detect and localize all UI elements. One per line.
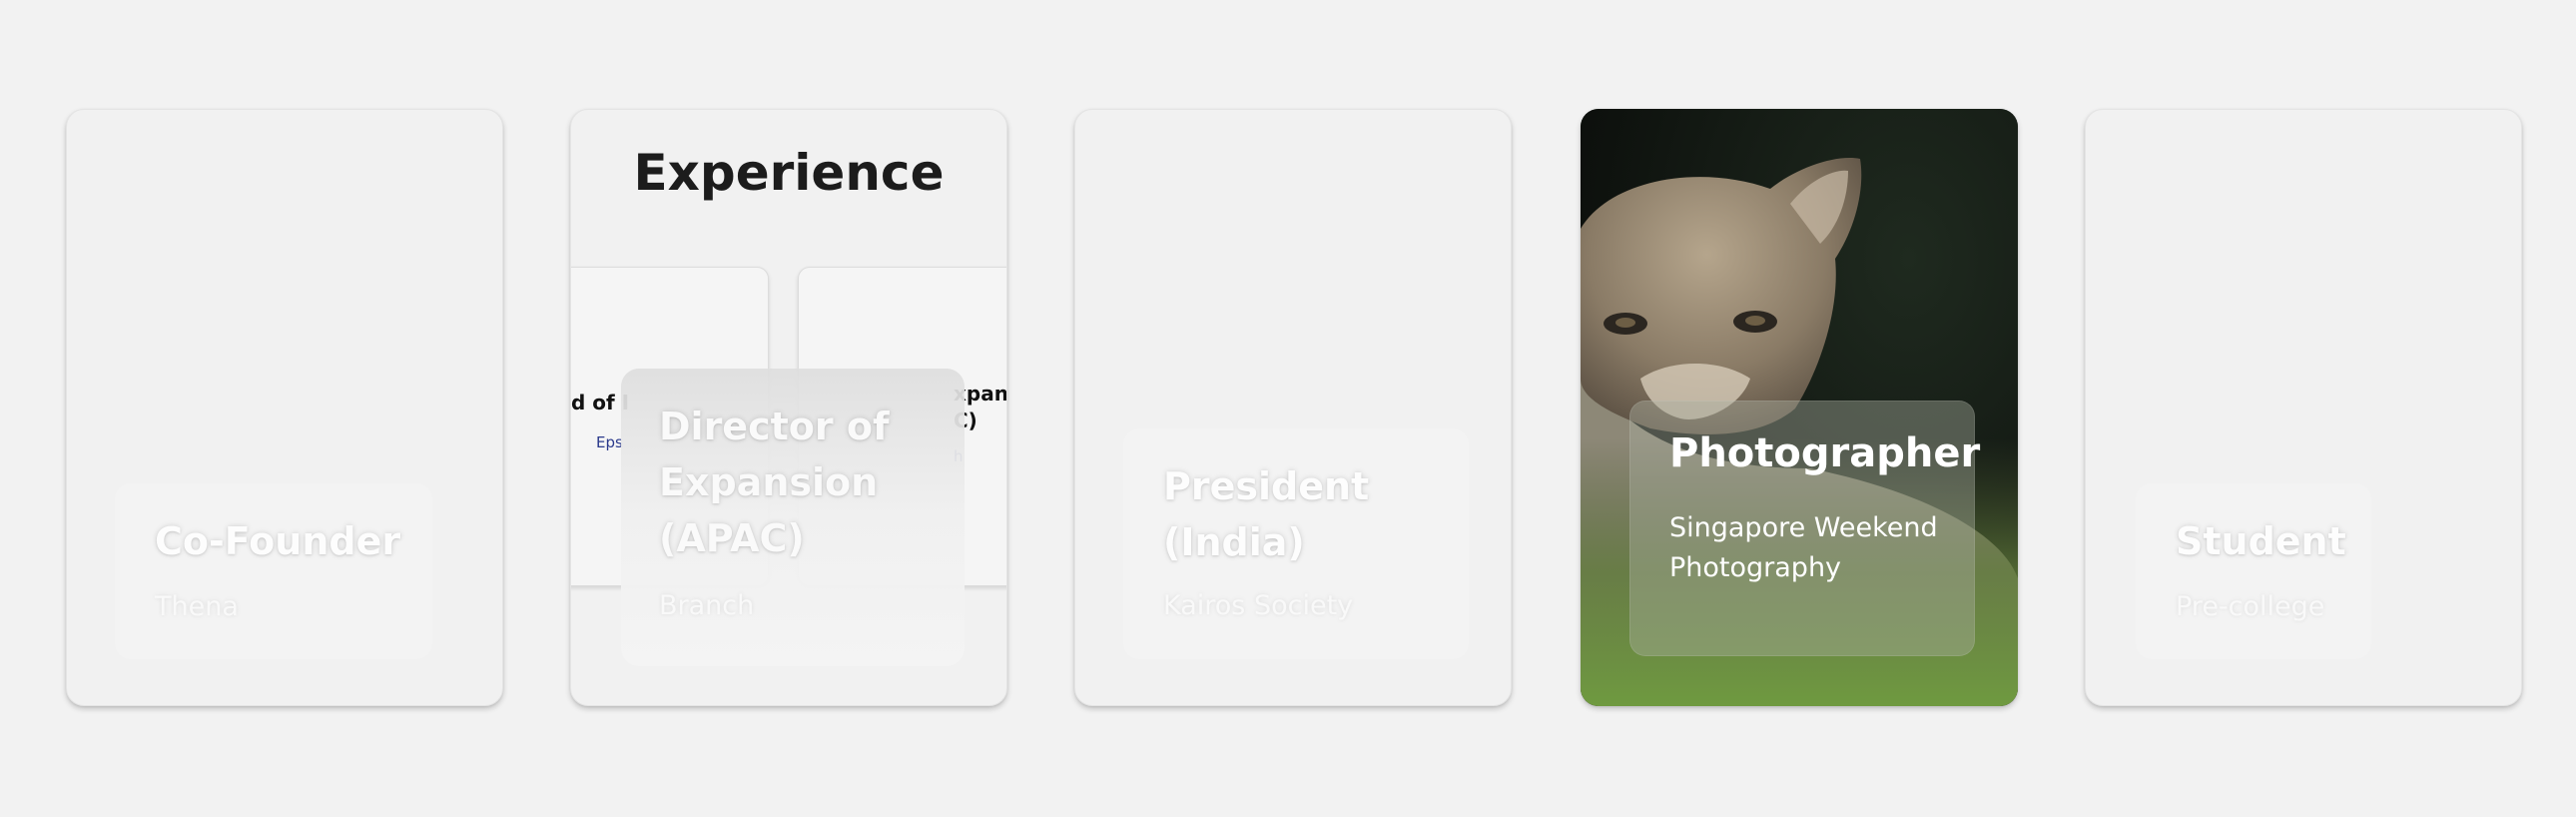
card-role: Director of Expansion (APAC) <box>659 405 890 560</box>
nested-card-subtitle: Eps <box>596 433 623 451</box>
card-org: Thena <box>155 591 239 622</box>
card-role: Photographer <box>1669 430 1981 476</box>
card-org: Kairos Society <box>1163 590 1354 621</box>
experience-heading: Experience <box>633 144 945 202</box>
experience-card-student[interactable]: Student Pre-college <box>2085 109 2522 706</box>
card-org: Singapore Weekend Photography <box>1669 512 1938 583</box>
card-org: Pre-college <box>2176 591 2325 622</box>
card-role: Student <box>2176 519 2346 563</box>
card-info-box: Director of Expansion (APAC) Branch <box>621 369 965 666</box>
card-info-box: Co-Founder Thena <box>115 483 432 659</box>
experience-card-director[interactable]: Experience d of I Eps xpan C) h Director… <box>570 109 1007 706</box>
experience-card-president[interactable]: President (India) Kairos Society <box>1074 109 1512 706</box>
card-role: Co-Founder <box>155 519 401 563</box>
experience-card-photographer[interactable]: Photographer Singapore Weekend Photograp… <box>1581 109 2018 706</box>
card-org: Branch <box>659 590 755 621</box>
experience-card-cofounder[interactable]: Co-Founder Thena <box>66 109 503 706</box>
card-info-box: Student Pre-college <box>2136 483 2371 659</box>
card-role: President (India) <box>1163 464 1370 564</box>
card-info-box: President (India) Kairos Society <box>1123 428 1469 659</box>
card-info-box: Photographer Singapore Weekend Photograp… <box>1629 401 1980 656</box>
